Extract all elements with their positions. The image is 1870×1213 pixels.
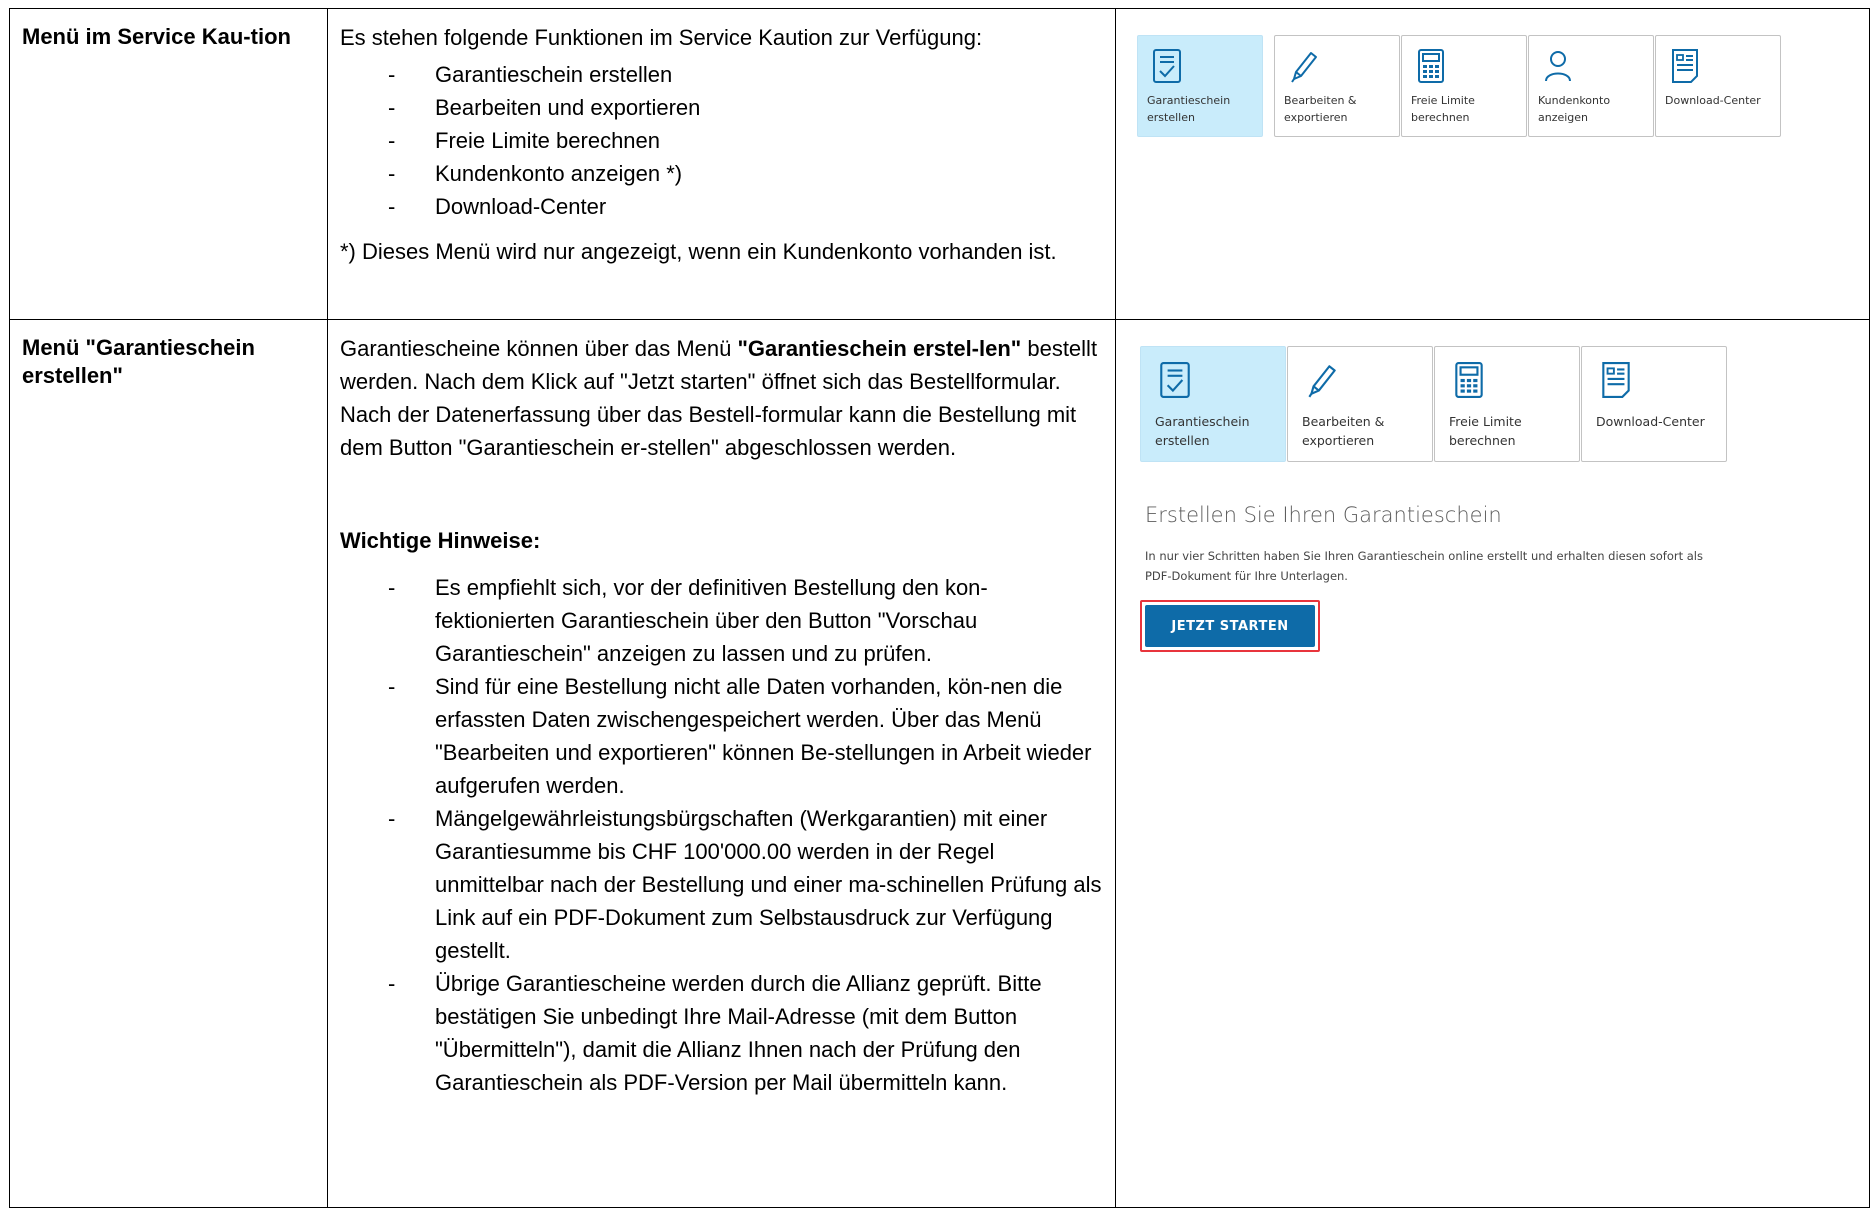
calculator-icon bbox=[1455, 362, 1483, 398]
table-row: Menü im Service Kau-tion Es stehen folge… bbox=[9, 8, 1870, 320]
list-item: Garantieschein erstellen bbox=[340, 58, 1103, 91]
document-check-icon bbox=[1153, 49, 1181, 83]
tile-label: Garantieschein erstellen bbox=[1155, 414, 1250, 449]
documentation-table: Menü im Service Kau-tion Es stehen folge… bbox=[9, 8, 1870, 1208]
tile-label: Freie Limite berechnen bbox=[1411, 94, 1475, 125]
list-item: Bearbeiten und exportieren bbox=[340, 91, 1103, 124]
row-label: Menü "Garantieschein erstellen" bbox=[22, 335, 255, 388]
tile-label: Bearbeiten & exportieren bbox=[1284, 94, 1357, 125]
list-item: Es empfiehlt sich, vor der definitiven B… bbox=[340, 571, 1103, 670]
function-list: Garantieschein erstellen Bearbeiten und … bbox=[340, 58, 1103, 223]
table-row: Menü "Garantieschein erstellen" Garantie… bbox=[9, 319, 1870, 1208]
create-heading: Erstellen Sie Ihren Garantieschein bbox=[1145, 503, 1502, 527]
pen-icon bbox=[1291, 52, 1317, 83]
row-label: Menü im Service Kau-tion bbox=[22, 24, 291, 49]
hinweise-list: Es empfiehlt sich, vor der definitiven B… bbox=[340, 571, 1103, 1099]
tile-label: Freie Limite berechnen bbox=[1449, 414, 1522, 449]
hinweise-heading: Wichtige Hinweise: bbox=[340, 528, 541, 553]
pen-icon bbox=[1308, 365, 1336, 398]
list-item: Download-Center bbox=[340, 190, 1103, 223]
list-item: Sind für eine Bestellung nicht alle Date… bbox=[340, 670, 1103, 802]
tile-label: Garantieschein erstellen bbox=[1147, 94, 1231, 125]
tile-label: Download-Center bbox=[1596, 414, 1705, 429]
intro-text: Es stehen folgende Funktionen im Service… bbox=[340, 25, 983, 50]
list-item: Übrige Garantiescheine werden durch die … bbox=[340, 967, 1103, 1099]
download-document-icon bbox=[1602, 362, 1630, 398]
tile-label: Bearbeiten & exportieren bbox=[1302, 414, 1385, 449]
tile-label: Kundenkonto anzeigen bbox=[1538, 94, 1611, 125]
calculator-icon bbox=[1418, 49, 1444, 83]
tile-download-center[interactable]: Download-Center bbox=[1655, 35, 1781, 137]
tile-download-center[interactable]: Download-Center bbox=[1581, 346, 1727, 462]
tile-garantieschein-erstellen[interactable]: Garantieschein erstellen bbox=[1140, 346, 1286, 462]
screenshot-cell: Garantieschein erstellen Bearbeiten & expo… bbox=[1115, 319, 1870, 1208]
list-item: Freie Limite berechnen bbox=[340, 124, 1103, 157]
document-check-icon bbox=[1160, 362, 1190, 398]
footnote: *) Dieses Menü wird nur angezeigt, wenn … bbox=[340, 239, 1057, 264]
highlight-frame: JETZT STARTEN bbox=[1140, 600, 1320, 652]
screenshot-cell: Garantieschein erstellen Bearbeiten & expo… bbox=[1115, 8, 1870, 320]
tile-label: Download-Center bbox=[1665, 94, 1761, 107]
label-cell: Menü im Service Kau-tion bbox=[9, 8, 328, 320]
tile-freie-limite-berechnen[interactable]: Freie Limite berechnen bbox=[1401, 35, 1527, 137]
tile-freie-limite-berechnen[interactable]: Freie Limite berechnen bbox=[1434, 346, 1580, 462]
tile-bearbeiten-exportieren[interactable]: Bearbeiten & exportieren bbox=[1287, 346, 1433, 462]
description-text: Garantiescheine können über das Menü "Ga… bbox=[340, 336, 1098, 460]
jetzt-starten-button[interactable]: JETZT STARTEN bbox=[1145, 605, 1315, 647]
tile-bearbeiten-exportieren[interactable]: Bearbeiten & exportieren bbox=[1274, 35, 1400, 137]
list-item: Mängelgewährleistungsbürgschaften (Werkg… bbox=[340, 802, 1103, 967]
description-cell: Garantiescheine können über das Menü "Ga… bbox=[327, 319, 1116, 1208]
list-item: Kundenkonto anzeigen *) bbox=[340, 157, 1103, 190]
download-document-icon bbox=[1672, 49, 1698, 83]
user-icon bbox=[1545, 51, 1571, 82]
label-cell: Menü "Garantieschein erstellen" bbox=[9, 319, 328, 1208]
description-cell: Es stehen folgende Funktionen im Service… bbox=[327, 8, 1116, 320]
tile-garantieschein-erstellen[interactable]: Garantieschein erstellen bbox=[1137, 35, 1263, 137]
create-description: In nur vier Schritten haben Sie Ihren Ga… bbox=[1145, 549, 1703, 583]
tile-kundenkonto-anzeigen[interactable]: Kundenkonto anzeigen bbox=[1528, 35, 1654, 137]
